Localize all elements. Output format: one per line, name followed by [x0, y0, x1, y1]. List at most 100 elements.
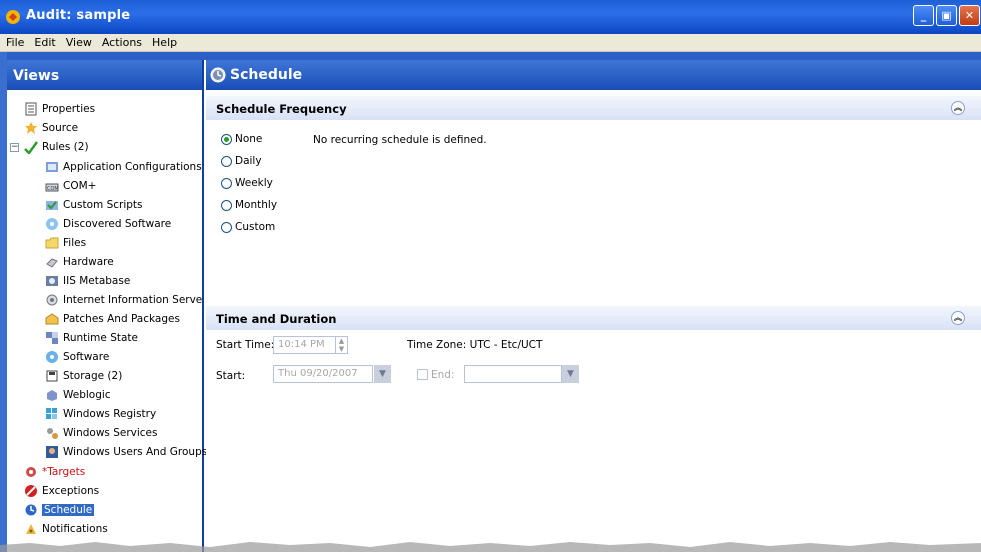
start-label: Start:	[216, 370, 246, 382]
tree-item-runtime-state[interactable]: Runtime State	[45, 330, 138, 348]
tree-item-files[interactable]: Files	[45, 235, 86, 253]
schedule-header-icon	[210, 67, 226, 83]
start-date-dropdown-icon[interactable]: ▼	[374, 365, 391, 383]
tree-item-rules-2[interactable]: − Rules (2)	[10, 139, 89, 157]
torn-edge-decoration	[0, 542, 981, 552]
no-schedule-message: No recurring schedule is defined.	[313, 134, 487, 146]
radio-custom-icon[interactable]	[221, 221, 232, 233]
radio-custom-label: Custom	[235, 221, 276, 233]
registry-icon	[46, 408, 57, 419]
menu-help[interactable]: Help	[147, 34, 182, 49]
tree-item-weblogic[interactable]: Weblogic	[45, 387, 111, 405]
tree-item-software[interactable]: Software	[45, 349, 109, 367]
tree-item-label: Windows Users And Groups	[63, 446, 208, 458]
storage-icon	[46, 370, 58, 382]
menu-file[interactable]: File	[1, 34, 29, 49]
radio-daily[interactable]: Daily	[221, 154, 262, 170]
tree-item-properties[interactable]: Properties	[24, 101, 95, 119]
tree-item-label: *Targets	[42, 466, 86, 478]
collapse-time-icon[interactable]: ︽	[951, 311, 965, 325]
tree-item-windows-registry[interactable]: Windows Registry	[45, 406, 156, 424]
radio-monthly[interactable]: Monthly	[221, 198, 277, 214]
start-time-input[interactable]: 10:14 PM ▲ ▼	[273, 336, 348, 354]
maximize-button[interactable]: ▣	[936, 5, 957, 26]
custom-scripts-icon	[46, 201, 58, 210]
tree-item-label: Software	[63, 351, 110, 363]
collapse-rules-icon[interactable]: −	[10, 143, 19, 152]
tree-item-application-configurations[interactable]: Application Configurations	[45, 159, 202, 177]
targets-icon	[26, 467, 36, 477]
minimize-button[interactable]: _	[913, 5, 934, 26]
close-button[interactable]: ✕	[959, 5, 980, 26]
tree-item-label: Files	[63, 237, 87, 249]
radio-custom[interactable]: Custom	[221, 220, 275, 236]
discovered-software-icon	[46, 218, 58, 230]
tree-item-storage-2[interactable]: Storage (2)	[45, 368, 122, 386]
tree-item-discovered-software[interactable]: Discovered Software	[45, 216, 171, 234]
schedule-header: Schedule	[206, 60, 981, 90]
start-time-label: Start Time:	[216, 339, 275, 351]
menu-edit[interactable]: Edit	[29, 34, 60, 49]
end-date-dropdown-icon[interactable]: ▼	[562, 365, 579, 383]
tree-item-schedule[interactable]: Schedule	[24, 502, 95, 520]
tree-item-label: Discovered Software	[63, 218, 172, 230]
exceptions-icon	[25, 485, 37, 497]
tree-item-targets[interactable]: *Targets	[24, 464, 85, 482]
start-time-spinner-icon[interactable]: ▲ ▼	[335, 337, 347, 353]
tree-item-custom-scripts[interactable]: Custom Scripts	[45, 197, 143, 215]
svg-text:COM: COM	[47, 186, 59, 192]
end-label: End:	[431, 369, 455, 381]
radio-daily-label: Daily	[235, 155, 262, 167]
time-duration-title: Time and Duration	[216, 312, 337, 326]
patches-icon	[45, 313, 59, 325]
radio-monthly-label: Monthly	[235, 199, 278, 211]
tree-item-patches-and-packages[interactable]: Patches And Packages	[45, 311, 180, 329]
end-date-input[interactable]	[464, 365, 562, 383]
schedule-icon	[24, 503, 38, 517]
tree-item-label: Runtime State	[63, 332, 138, 344]
radio-none[interactable]: None	[221, 132, 262, 148]
menu-view[interactable]: View	[61, 34, 97, 49]
tree-item-iis-metabase[interactable]: IIS Metabase	[45, 273, 130, 291]
radio-none-label: None	[235, 133, 263, 145]
time-zone-value: UTC - Etc/UCT	[469, 339, 543, 351]
tree-item-source[interactable]: Source	[24, 120, 78, 138]
tree-item-label: Windows Services	[63, 427, 158, 439]
tree-item-exceptions[interactable]: Exceptions	[24, 483, 99, 501]
end-checkbox[interactable]	[417, 369, 428, 380]
tree-item-label: Application Configurations	[63, 161, 202, 173]
tree-item-label: COM+	[63, 180, 97, 192]
tree-item-label: Source	[42, 122, 79, 134]
weblogic-icon	[47, 390, 57, 401]
tree-item-hardware[interactable]: Hardware	[45, 254, 114, 272]
schedule-title: Schedule	[230, 67, 303, 83]
collapse-frequency-icon[interactable]: ︽	[951, 101, 965, 115]
radio-monthly-icon[interactable]	[221, 199, 232, 211]
start-date-input[interactable]: Thu 09/20/2007	[273, 365, 373, 383]
folder-icon	[45, 237, 59, 249]
services-icon	[47, 428, 58, 439]
tree-item-com[interactable]: COM COM+	[45, 178, 96, 196]
views-header: Views	[7, 60, 202, 90]
tree-item-windows-services[interactable]: Windows Services	[45, 425, 158, 443]
time-duration-section: Time and Duration ︽	[206, 306, 981, 330]
tree-item-internet-information-serve[interactable]: Internet Information Serve	[45, 292, 202, 310]
start-date-value: Thu 09/20/2007	[278, 368, 358, 379]
schedule-frequency-section: Schedule Frequency ︽	[206, 96, 981, 120]
radio-daily-icon[interactable]	[221, 155, 232, 167]
tree-item-label: Exceptions	[42, 485, 100, 497]
frame-top-band	[0, 52, 981, 60]
menu-actions[interactable]: Actions	[97, 34, 147, 49]
radio-none-icon[interactable]	[221, 133, 232, 145]
tree-item-windows-users-and-groups[interactable]: Windows Users And Groups	[45, 444, 207, 462]
tree-item-label: Custom Scripts	[63, 199, 143, 211]
frame-left-band	[0, 52, 7, 552]
radio-weekly-icon[interactable]	[221, 177, 232, 189]
audit-app-icon	[6, 10, 20, 24]
tree-item-label: Patches And Packages	[63, 313, 180, 325]
radio-weekly[interactable]: Weekly	[221, 176, 273, 192]
users-groups-icon	[46, 446, 58, 458]
runtime-state-icon	[46, 332, 58, 344]
hardware-icon	[46, 258, 58, 268]
tree-item-label: Schedule	[42, 504, 95, 516]
